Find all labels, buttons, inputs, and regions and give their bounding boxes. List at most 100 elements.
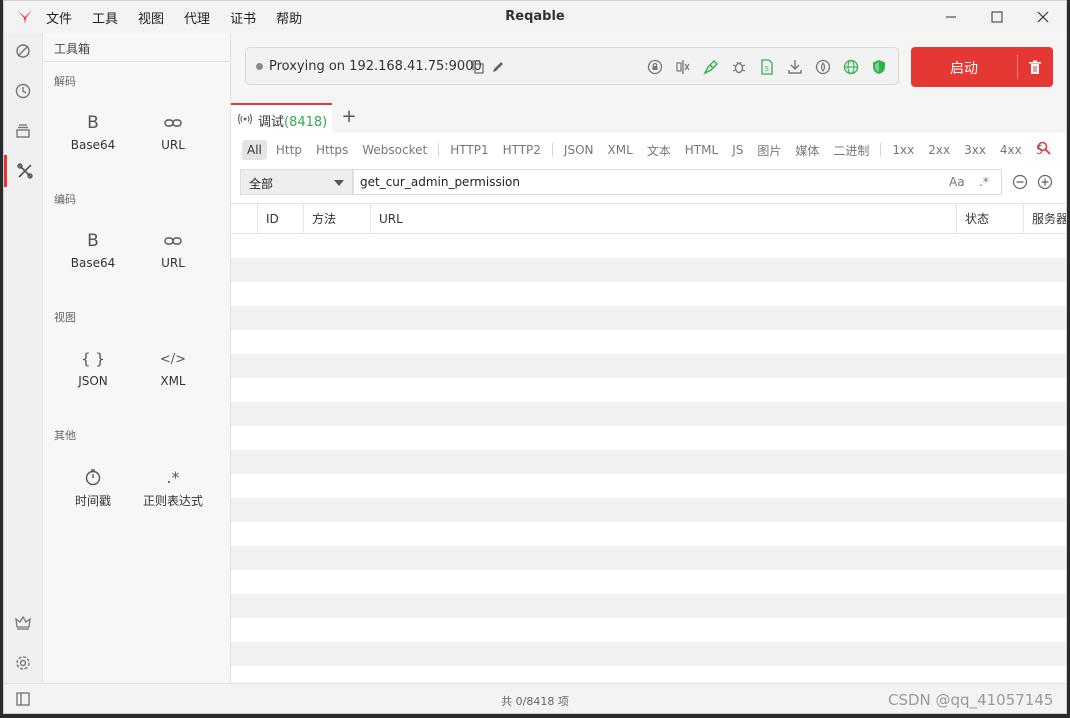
- filter-chip[interactable]: 4xx: [995, 140, 1027, 160]
- script-button[interactable]: S: [758, 58, 776, 76]
- menu-file[interactable]: 文件: [46, 8, 72, 27]
- column-id[interactable]: ID: [257, 204, 303, 234]
- rail-premium-button[interactable]: [4, 607, 42, 639]
- filter-chip[interactable]: 3xx: [959, 140, 991, 160]
- ssl-proxy-button[interactable]: [646, 58, 664, 76]
- tool-decode-url[interactable]: URL: [133, 111, 213, 167]
- filter-chip[interactable]: HTTP1: [445, 140, 493, 160]
- maximize-icon: [991, 11, 1003, 23]
- tool-view-json[interactable]: { } JSON: [53, 347, 133, 403]
- tool-label: URL: [161, 138, 185, 152]
- filter-area: All Http Https Websocket HTTP1 HTTP2 JSON XML 文本…: [231, 133, 1066, 203]
- filter-chip[interactable]: HTML: [680, 140, 723, 160]
- menu-view[interactable]: 视图: [138, 8, 164, 27]
- tool-view-xml[interactable]: </> XML: [133, 347, 213, 403]
- tool-timestamp[interactable]: 时间戳: [53, 465, 133, 521]
- rail-collections-button[interactable]: [4, 115, 42, 147]
- history-icon: [15, 83, 31, 99]
- rail-toolbox-button[interactable]: [4, 155, 42, 187]
- column-method[interactable]: 方法: [303, 204, 370, 234]
- maximize-button[interactable]: [974, 1, 1020, 33]
- menu-proxy[interactable]: 代理: [184, 8, 210, 27]
- pencil-icon: [493, 62, 503, 72]
- table-row: [231, 282, 1066, 306]
- table-row: [231, 354, 1066, 378]
- table-row: [231, 234, 1066, 258]
- menu-tools[interactable]: 工具: [92, 8, 118, 27]
- search-icon[interactable]: [1037, 141, 1051, 158]
- tools-icon: [16, 163, 33, 179]
- scope-select[interactable]: 全部: [240, 169, 353, 195]
- title-bar: 文件 工具 视图 代理 证书 帮助 Reqable: [4, 1, 1066, 33]
- add-tab-button[interactable]: +: [339, 106, 359, 128]
- rail-traffic-button[interactable]: [4, 35, 42, 67]
- tab-debug[interactable]: 调试(8418): [231, 103, 332, 133]
- filter-chip[interactable]: 媒体: [790, 139, 824, 162]
- tool-decode-base64[interactable]: B Base64: [53, 111, 133, 167]
- menu-certificate[interactable]: 证书: [230, 8, 256, 27]
- tool-regex[interactable]: .* 正则表达式: [133, 465, 213, 521]
- rail-history-button[interactable]: [4, 75, 42, 107]
- filter-chip[interactable]: JS: [727, 140, 748, 160]
- link-icon: [164, 111, 182, 135]
- code-icon: </>: [159, 351, 187, 367]
- svg-text:S: S: [765, 65, 770, 73]
- tab-label: 调试(8418): [258, 111, 327, 130]
- menu-help[interactable]: 帮助: [276, 8, 302, 27]
- throttle-icon: [815, 59, 831, 75]
- tool-encode-base64[interactable]: B Base64: [53, 229, 133, 285]
- match-case-toggle[interactable]: Aa: [949, 175, 965, 189]
- main-area: Proxying on 192.168.41.75:9000 S 启动 调试(8…: [231, 33, 1066, 683]
- table-row: [231, 522, 1066, 546]
- filter-chip[interactable]: 二进制: [828, 139, 874, 162]
- edit-address-button[interactable]: [489, 58, 507, 76]
- close-button[interactable]: [1020, 1, 1066, 33]
- table-header: ID 方法 URL 状态 服务器: [231, 203, 1066, 234]
- filter-chip[interactable]: All: [242, 140, 267, 160]
- remove-filter-icon[interactable]: [1012, 174, 1028, 190]
- filter-chip[interactable]: 2xx: [923, 140, 955, 160]
- breakpoint-icon: [676, 60, 690, 74]
- column-url[interactable]: URL: [370, 204, 956, 234]
- table-row: [231, 306, 1066, 330]
- filter-chip[interactable]: Websocket: [357, 140, 432, 160]
- rail-settings-button[interactable]: [4, 647, 42, 679]
- filter-chip[interactable]: JSON: [559, 140, 599, 160]
- rewrite-button[interactable]: [702, 58, 720, 76]
- filter-chip[interactable]: HTTP2: [498, 140, 546, 160]
- filter-chip[interactable]: XML: [603, 140, 638, 160]
- tool-encode-url[interactable]: URL: [133, 229, 213, 285]
- table-row: [231, 594, 1066, 618]
- bug-icon: [732, 61, 746, 74]
- download-button[interactable]: [786, 58, 804, 76]
- timer-icon: [84, 465, 102, 489]
- breakpoint-button[interactable]: [674, 58, 692, 76]
- section-decode-label: 解码: [54, 75, 76, 88]
- network-button[interactable]: [842, 58, 860, 76]
- debug-button[interactable]: [730, 58, 748, 76]
- filter-chip[interactable]: 1xx: [887, 140, 919, 160]
- table-row: [231, 498, 1066, 522]
- column-server[interactable]: 服务器: [1023, 204, 1066, 234]
- filter-chip[interactable]: 图片: [752, 139, 786, 162]
- add-filter-icon[interactable]: [1037, 174, 1053, 190]
- clear-button[interactable]: [1025, 57, 1045, 77]
- divider: [43, 61, 230, 62]
- filter-chip[interactable]: Https: [311, 140, 353, 160]
- tool-label: XML: [160, 374, 186, 388]
- script-file-icon: S: [761, 59, 773, 75]
- table-row: [231, 474, 1066, 498]
- throttle-button[interactable]: [814, 58, 832, 76]
- copy-address-button[interactable]: [469, 58, 487, 76]
- filter-chip[interactable]: Http: [271, 140, 307, 160]
- tool-label: Base64: [70, 138, 116, 152]
- start-proxy-button[interactable]: 启动: [911, 47, 1053, 87]
- column-status[interactable]: 状态: [956, 204, 1023, 234]
- globe-icon: [843, 59, 859, 75]
- regex-toggle[interactable]: .*: [979, 175, 989, 189]
- filter-chip[interactable]: 文本: [642, 139, 676, 162]
- proxy-status-bar: Proxying on 192.168.41.75:9000 S: [245, 47, 899, 85]
- search-input[interactable]: get_cur_admin_permission Aa .*: [353, 169, 1002, 195]
- security-button[interactable]: [870, 58, 888, 76]
- minimize-button[interactable]: [928, 1, 974, 33]
